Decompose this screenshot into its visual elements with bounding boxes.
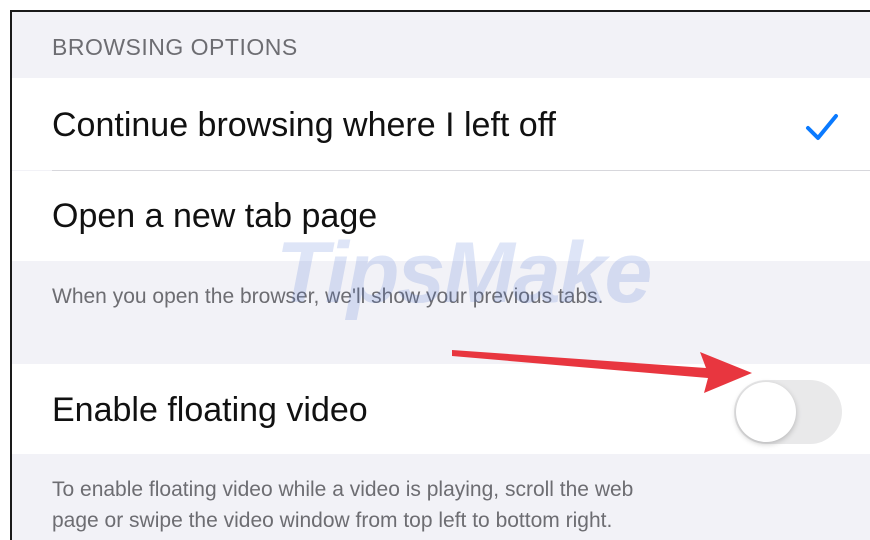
section-header: BROWSING OPTIONS: [12, 12, 870, 78]
options-footer-text: When you open the browser, we'll show yo…: [52, 285, 604, 308]
floating-video-footer-line1: To enable floating video while a video i…: [52, 478, 634, 501]
settings-panel: BROWSING OPTIONS Continue browsing where…: [10, 10, 870, 540]
checkmark-icon: [806, 114, 838, 140]
section-header-label: BROWSING OPTIONS: [52, 34, 298, 60]
option-continue-browsing-label: Continue browsing where I left off: [52, 106, 556, 144]
floating-video-row: Enable floating video: [12, 364, 870, 454]
floating-video-footer-line2: page or swipe the video window from top …: [52, 509, 613, 532]
floating-video-toggle[interactable]: [734, 380, 842, 444]
option-continue-browsing[interactable]: Continue browsing where I left off: [12, 78, 870, 170]
option-new-tab-page-label: Open a new tab page: [52, 197, 378, 235]
option-new-tab-page[interactable]: Open a new tab page: [12, 171, 870, 261]
toggle-knob: [736, 382, 796, 442]
floating-video-label: Enable floating video: [52, 391, 368, 429]
